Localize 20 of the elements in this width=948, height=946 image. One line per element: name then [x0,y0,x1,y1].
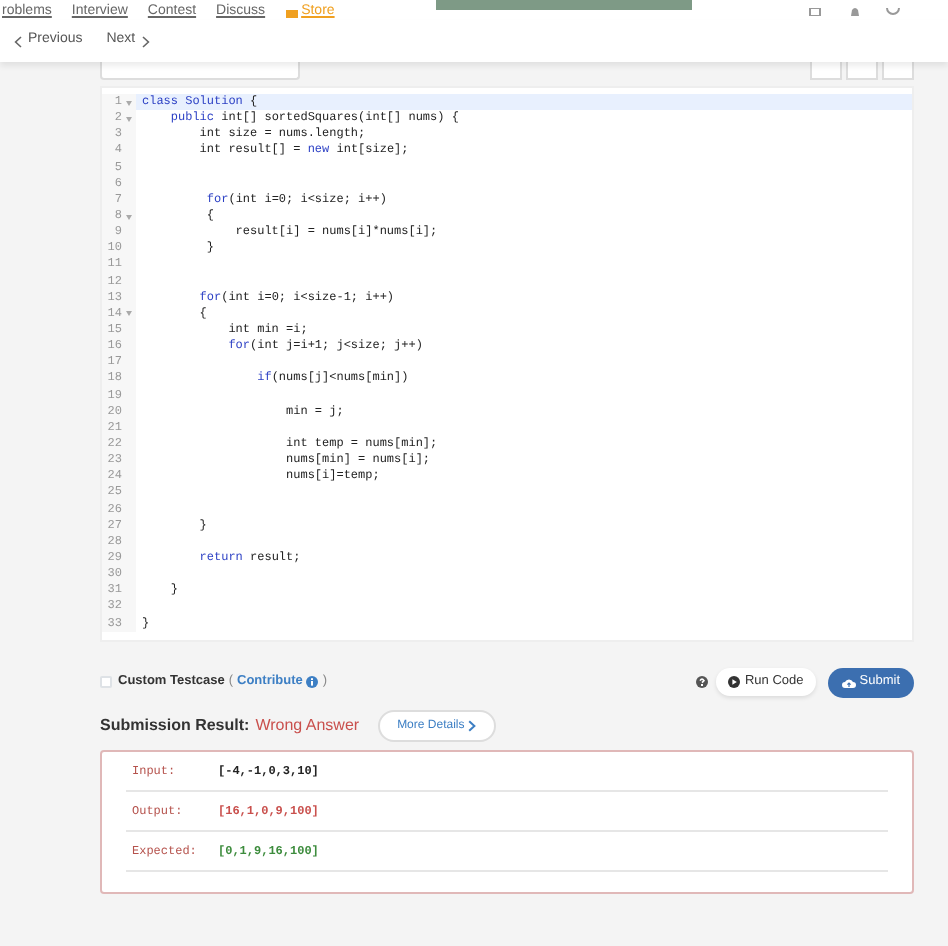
code-editor[interactable] [100,86,914,642]
help-icon[interactable] [696,676,709,689]
fold-icon[interactable] [124,97,134,108]
info-icon [306,676,319,689]
play-circle-icon [728,676,741,689]
verdict-text: Wrong Answer [255,714,360,739]
checkbox[interactable] [100,676,112,689]
language-select[interactable] [100,62,300,80]
fold-icon[interactable] [124,308,134,319]
chevron-left-icon [14,35,22,47]
result-label: Submission Result: [100,714,250,739]
toolbar-button[interactable] [882,62,914,80]
chevron-right-icon [141,35,150,47]
fold-icon[interactable] [124,211,134,222]
fold-icon[interactable] [124,113,134,124]
chevron-right-icon [468,720,477,733]
toolbar-button[interactable] [810,62,842,80]
bell-icon[interactable] [850,8,860,16]
toolbar-button[interactable] [846,62,878,80]
cloud-upload-icon [841,677,856,688]
